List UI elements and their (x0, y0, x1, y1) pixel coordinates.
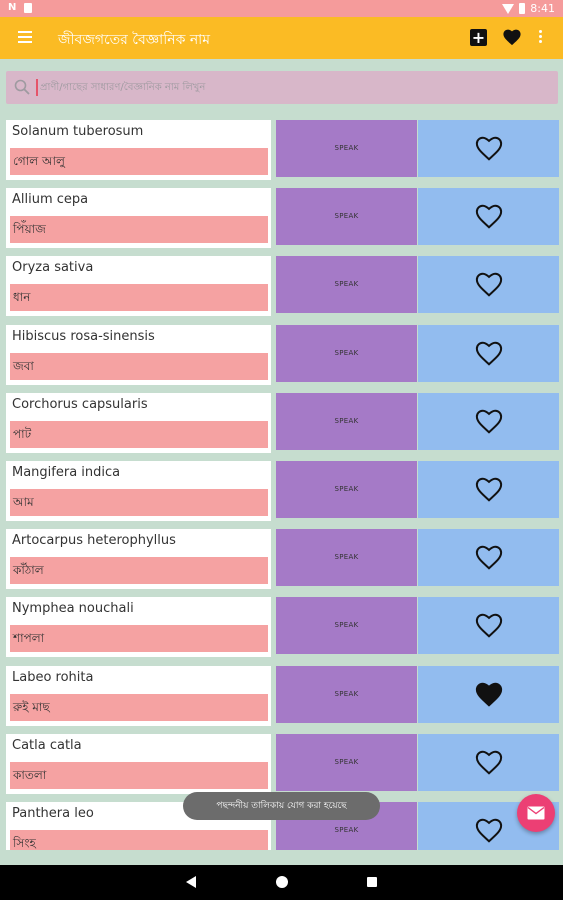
name-card: Corchorus capsularis পাট (6, 392, 271, 453)
heart-outline-icon (475, 545, 503, 570)
name-card: Nymphea nouchali শাপলা (6, 597, 271, 658)
scientific-name: Artocarpus heterophyllus (12, 533, 176, 549)
heart-outline-icon (475, 204, 503, 229)
species-list[interactable]: Solanum tuberosum গোল আলু SPEAK Allium cepa… (0, 120, 563, 850)
email-fab[interactable] (517, 794, 555, 832)
heart-outline-icon (475, 409, 503, 434)
toast-message: পছন্দনীয় তালিকায় যোগ করা হয়েছে (183, 792, 380, 820)
common-name: জবা (10, 352, 268, 380)
speak-button[interactable]: SPEAK (276, 597, 417, 655)
favorite-button[interactable] (418, 733, 559, 791)
common-name: ধান (10, 284, 268, 312)
name-card: Oryza sativa ধান (6, 256, 271, 317)
speak-button[interactable]: SPEAK (276, 324, 417, 382)
app-title: জীবজগতের বৈজ্ঞানিক নাম (58, 32, 211, 48)
favorite-button[interactable] (418, 529, 559, 587)
heart-outline-icon (475, 341, 503, 366)
list-item: Hibiscus rosa-sinensis জবা SPEAK (0, 324, 563, 385)
common-name: পাট (10, 420, 268, 448)
wifi-icon (502, 3, 515, 14)
scientific-name: Allium cepa (12, 192, 89, 208)
search-bar[interactable] (6, 71, 558, 104)
heart-outline-icon (475, 477, 503, 502)
menu-icon[interactable] (18, 31, 32, 43)
favorite-button[interactable] (418, 461, 559, 518)
back-icon[interactable] (186, 876, 196, 888)
common-name: গোল আলু (10, 148, 268, 175)
search-input[interactable] (40, 75, 540, 100)
heart-outline-icon (475, 136, 503, 161)
add-box-icon[interactable]: + (470, 29, 487, 46)
list-item: Artocarpus heterophyllus কাঁঠাল SPEAK (0, 529, 563, 590)
list-item: Oryza sativa ধান SPEAK (0, 256, 563, 317)
notification-icon (24, 2, 33, 13)
name-card: Mangifera indica আম (6, 461, 271, 521)
favorite-button[interactable] (418, 256, 559, 314)
email-icon (527, 806, 545, 820)
more-vert-icon[interactable] (539, 30, 543, 45)
common-name: শাপলা (10, 625, 268, 653)
name-card: Labeo rohita রুই মাছ (6, 665, 271, 726)
heart-outline-icon (475, 818, 503, 843)
list-item: Corchorus capsularis পাট SPEAK (0, 392, 563, 453)
name-card: Artocarpus heterophyllus কাঁঠাল (6, 529, 271, 590)
common-name: রুই মাছ (10, 693, 268, 721)
speak-button[interactable]: SPEAK (276, 120, 417, 177)
notification-n-icon: N (8, 2, 17, 13)
common-name: কাঁঠাল (10, 557, 268, 585)
scientific-name: Nymphea nouchali (12, 601, 134, 617)
scientific-name: Oryza sativa (12, 260, 94, 276)
home-icon[interactable] (276, 876, 288, 888)
list-item: Allium cepa পিঁয়াজ SPEAK (0, 188, 563, 249)
speak-button[interactable]: SPEAK (276, 665, 417, 723)
speak-button[interactable]: SPEAK (276, 392, 417, 450)
common-name: পিঁয়াজ (10, 216, 268, 244)
scientific-name: Panthera leo (12, 806, 94, 821)
search-icon (14, 79, 30, 95)
scientific-name: Hibiscus rosa-sinensis (12, 328, 155, 344)
scientific-name: Corchorus capsularis (12, 396, 148, 412)
clock: 8:41 (530, 2, 555, 15)
battery-icon (519, 3, 526, 14)
common-name: আম (10, 489, 268, 516)
common-name: কাতলা (10, 761, 268, 789)
system-nav-bar (0, 865, 563, 900)
speak-button[interactable]: SPEAK (276, 461, 417, 518)
speak-button[interactable]: SPEAK (276, 188, 417, 246)
favorite-button[interactable] (418, 188, 559, 246)
heart-outline-icon (475, 750, 503, 775)
list-item: Catla catla কাতলা SPEAK (0, 733, 563, 794)
status-bar: N 8:41 (0, 0, 563, 17)
name-card: Hibiscus rosa-sinensis জবা (6, 324, 271, 385)
speak-button[interactable]: SPEAK (276, 529, 417, 587)
heart-icon[interactable] (502, 28, 522, 46)
scientific-name: Solanum tuberosum (12, 124, 144, 139)
favorite-button[interactable] (418, 597, 559, 655)
speak-button[interactable]: SPEAK (276, 733, 417, 791)
list-item: Mangifera indica আম SPEAK (0, 461, 563, 521)
heart-outline-icon (475, 273, 503, 297)
scientific-name: Catla catla (12, 737, 82, 753)
heart-outline-icon (475, 614, 503, 638)
favorite-button[interactable] (418, 392, 559, 450)
scientific-name: Labeo rohita (12, 669, 94, 685)
favorite-button[interactable] (418, 324, 559, 382)
scientific-name: Mangifera indica (12, 465, 121, 480)
list-item: Nymphea nouchali শাপলা SPEAK (0, 597, 563, 658)
name-card: Solanum tuberosum গোল আলু (6, 120, 271, 180)
name-card: Allium cepa পিঁয়াজ (6, 188, 271, 249)
app-bar: জীবজগতের বৈজ্ঞানিক নাম + (0, 17, 563, 59)
heart-filled-icon (475, 682, 503, 707)
common-name: সিংহ (10, 830, 268, 850)
recents-icon[interactable] (367, 877, 377, 887)
speak-button[interactable]: SPEAK (276, 256, 417, 314)
name-card: Catla catla কাতলা (6, 733, 271, 794)
text-cursor (36, 79, 38, 96)
list-item: Labeo rohita রুই মাছ SPEAK (0, 665, 563, 726)
favorite-button[interactable] (418, 665, 559, 723)
list-item: Solanum tuberosum গোল আলু SPEAK (0, 120, 563, 180)
favorite-button[interactable] (418, 120, 559, 177)
